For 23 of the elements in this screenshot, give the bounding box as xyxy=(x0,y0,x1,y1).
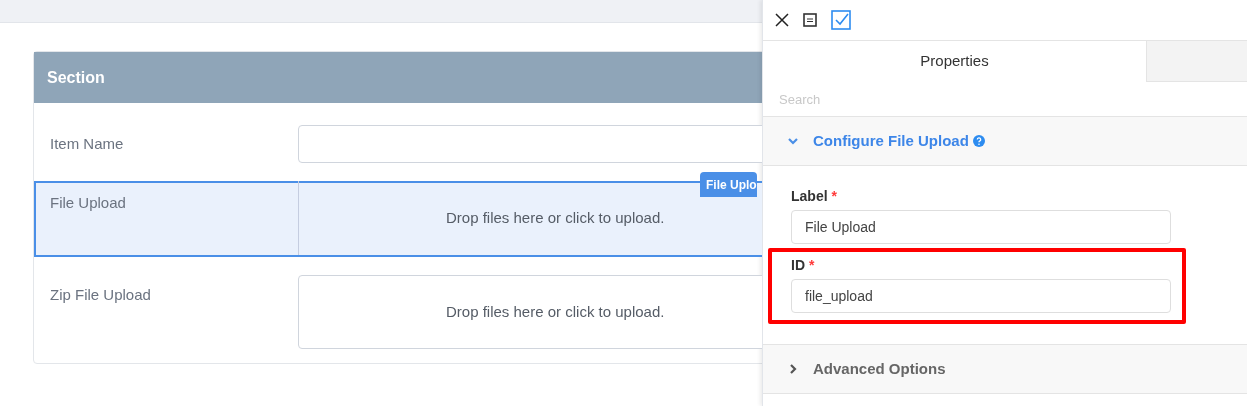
tab[interactable]: Properties xyxy=(763,41,1147,82)
form-row[interactable]: Item Name xyxy=(34,123,762,165)
field-label: File Upload xyxy=(49,193,127,213)
close-icon[interactable] xyxy=(775,13,789,27)
panel-icon[interactable] xyxy=(803,13,817,27)
input-field[interactable] xyxy=(298,125,762,163)
component-tag: File Uplo xyxy=(700,172,757,197)
section-header: Section xyxy=(34,52,762,103)
input-field[interactable]: file_upload xyxy=(791,279,1171,313)
chevron-down-icon xyxy=(787,135,799,147)
required-mark: * xyxy=(809,255,815,275)
accordion-header[interactable]: Advanced Options xyxy=(763,345,1247,393)
input-field[interactable]: File Upload xyxy=(791,210,1171,244)
dropzone[interactable]: Drop files here or click to upload. xyxy=(298,275,762,349)
field-label: Label xyxy=(791,186,828,206)
chevron-right-icon xyxy=(787,363,799,375)
field-label: Item Name xyxy=(49,133,125,154)
help-icon[interactable] xyxy=(972,135,985,147)
form-row[interactable]: Zip File Upload Drop files here or click to upload. xyxy=(34,273,762,351)
field-label: Zip File Upload xyxy=(49,285,152,305)
required-mark: * xyxy=(831,186,838,206)
field-label: ID xyxy=(791,255,805,275)
checkbox-icon[interactable] xyxy=(831,10,851,30)
